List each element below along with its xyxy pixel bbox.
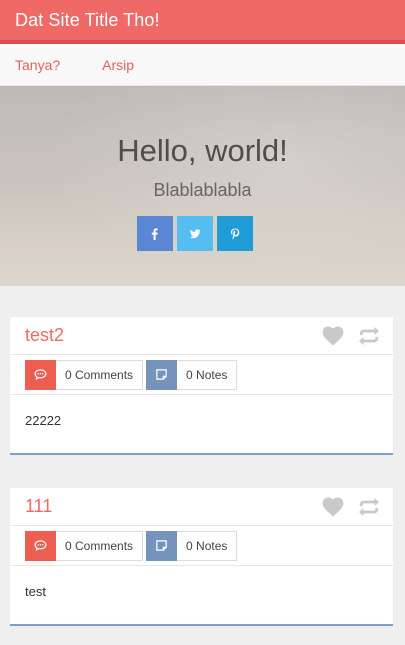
heart-icon[interactable] xyxy=(322,325,344,346)
heart-icon[interactable] xyxy=(322,496,344,517)
nav-item-arsip[interactable]: Arsip xyxy=(102,57,134,73)
notes-button[interactable]: 0 Notes xyxy=(146,530,238,561)
pinterest-icon xyxy=(230,228,240,239)
pinterest-button[interactable] xyxy=(217,216,253,251)
post-title[interactable]: 111 xyxy=(25,496,52,517)
nav-item-tanya[interactable]: Tanya? xyxy=(15,57,60,73)
comments-button[interactable]: 0 Comments xyxy=(25,530,144,561)
comment-icon xyxy=(25,359,56,390)
social-share-row xyxy=(137,216,253,251)
facebook-icon xyxy=(151,227,158,240)
twitter-button[interactable] xyxy=(177,216,213,251)
post-actions xyxy=(322,325,380,346)
nav-bar: Tanya? Arsip xyxy=(0,44,405,86)
comments-count: 0 Comments xyxy=(65,538,134,553)
hero-title: Hello, world! xyxy=(117,133,288,168)
post-title[interactable]: test2 xyxy=(25,325,64,346)
note-icon xyxy=(146,359,178,390)
hero-banner: Hello, world! Blablablabla xyxy=(0,86,405,286)
comments-count: 0 Comments xyxy=(65,367,134,382)
twitter-icon xyxy=(189,228,201,238)
hero-subtitle: Blablablabla xyxy=(153,180,252,200)
post-card: 111 0 Comments 0 Notes test xyxy=(10,488,393,626)
post-actions xyxy=(322,496,380,517)
post-header: 111 xyxy=(10,488,393,526)
notes-button[interactable]: 0 Notes xyxy=(146,359,238,390)
post-body: 22222 xyxy=(25,413,62,428)
site-header: Dat Site Title Tho! xyxy=(0,0,405,44)
site-title[interactable]: Dat Site Title Tho! xyxy=(15,10,160,31)
post-body: test xyxy=(25,584,46,599)
reblog-icon[interactable] xyxy=(358,497,380,517)
facebook-button[interactable] xyxy=(137,216,173,251)
post-header: test2 xyxy=(10,317,393,355)
reblog-icon[interactable] xyxy=(358,326,380,346)
post-card: test2 0 Comments 0 Notes 22222 xyxy=(10,317,393,455)
notes-count: 0 Notes xyxy=(186,538,228,553)
post-meta: 0 Comments 0 Notes xyxy=(10,526,393,566)
comment-icon xyxy=(25,530,56,561)
post-meta: 0 Comments 0 Notes xyxy=(10,355,393,395)
note-icon xyxy=(146,530,178,561)
notes-count: 0 Notes xyxy=(186,367,228,382)
comments-button[interactable]: 0 Comments xyxy=(25,359,144,390)
